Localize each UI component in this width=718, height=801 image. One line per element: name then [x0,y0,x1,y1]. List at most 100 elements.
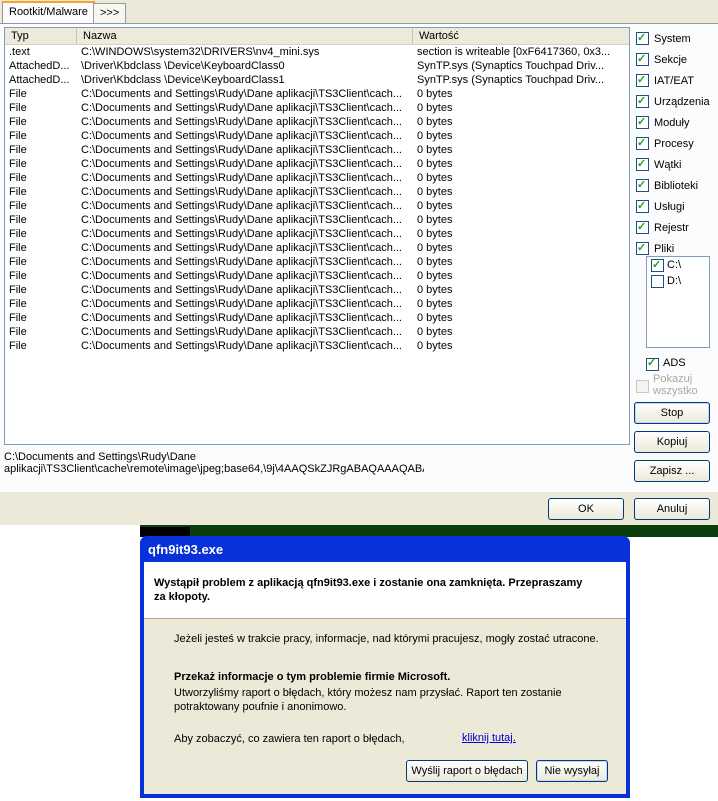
ads-check-icon[interactable] [646,356,659,371]
cell-typ: File [9,144,27,156]
checkbox-icon[interactable] [636,156,649,172]
stop-button[interactable]: Stop [634,402,710,424]
table-row[interactable]: File C:\Documents and Settings\Rudy\Dane … [5,255,629,269]
option-label: IAT/EAT [654,75,694,87]
checkbox-icon[interactable] [636,219,649,235]
see-report-link[interactable]: kliknij tutaj. [462,732,516,744]
cell-typ: File [9,256,27,268]
table-row[interactable]: AttachedD... \Driver\Kbdclass \Device\Key… [5,59,629,73]
option-checkbox[interactable]: Usługi [636,198,716,219]
table-row[interactable]: File C:\Documents and Settings\Rudy\Dane … [5,311,629,325]
option-checkbox[interactable]: Sekcje [636,51,716,72]
column-wartosc[interactable]: Wartość [413,28,629,44]
cell-wartosc: 0 bytes [417,284,453,296]
show-all-checkbox[interactable]: Pokazuj wszystko [636,372,716,400]
show-all-label: Pokazuj wszystko [653,373,698,397]
cell-typ: File [9,130,27,142]
table-row[interactable]: File C:\Documents and Settings\Rudy\Dane … [5,269,629,283]
cell-nazwa: C:\Documents and Settings\Rudy\Dane apli… [81,256,402,268]
show-all-check-icon[interactable] [636,380,649,393]
table-row[interactable]: File C:\Documents and Settings\Rudy\Dane … [5,129,629,143]
checkbox-icon[interactable] [636,30,649,46]
checkbox-icon[interactable] [651,275,664,288]
cell-nazwa: C:\Documents and Settings\Rudy\Dane apli… [81,158,402,170]
cell-wartosc: SynTP.sys (Synaptics Touchpad Driv... [417,60,605,72]
table-row[interactable]: File C:\Documents and Settings\Rudy\Dane … [5,171,629,185]
table-row[interactable]: AttachedD... \Driver\Kbdclass \Device\Key… [5,73,629,87]
option-checkbox[interactable]: Procesy [636,135,716,156]
table-row[interactable]: File C:\Documents and Settings\Rudy\Dane … [5,199,629,213]
cell-wartosc: 0 bytes [417,158,453,170]
cell-nazwa: C:\Documents and Settings\Rudy\Dane apli… [81,326,402,338]
cell-wartosc: 0 bytes [417,88,453,100]
table-row[interactable]: File C:\Documents and Settings\Rudy\Dane … [5,185,629,199]
option-checkbox[interactable]: Wątki [636,156,716,177]
cell-wartosc: 0 bytes [417,340,453,352]
option-label: Urządzenia [654,96,710,108]
drive-item[interactable]: C:\ [647,257,709,273]
dont-send-button[interactable]: Nie wysyłaj [536,760,608,782]
cell-nazwa: C:\Documents and Settings\Rudy\Dane apli… [81,88,402,100]
selected-path-line2: aplikacji\TS3Client\cache\remote\image\j… [4,463,424,475]
cell-wartosc: 0 bytes [417,144,453,156]
cell-typ: AttachedD... [9,60,70,72]
drive-list[interactable]: C:\ D:\ [646,256,710,348]
copy-button[interactable]: Kopiuj [634,431,710,453]
cell-wartosc: 0 bytes [417,228,453,240]
option-checkbox[interactable]: System [636,30,716,51]
table-row[interactable]: File C:\Documents and Settings\Rudy\Dane … [5,101,629,115]
option-label: Moduły [654,117,690,129]
cell-typ: File [9,312,27,324]
checkbox-icon[interactable] [636,135,649,151]
option-checkbox[interactable]: Urządzenia [636,93,716,114]
option-checkbox[interactable]: Moduły [636,114,716,135]
table-row[interactable]: File C:\Documents and Settings\Rudy\Dane … [5,227,629,241]
table-row[interactable]: File C:\Documents and Settings\Rudy\Dane … [5,339,629,353]
checkbox-icon[interactable] [636,198,649,214]
option-checkbox[interactable]: Rejestr [636,219,716,240]
save-button[interactable]: Zapisz ... [634,460,710,482]
selected-path: C:\Documents and Settings\Rudy\Dane apli… [4,451,424,483]
checkbox-icon[interactable] [636,72,649,88]
option-checkbox[interactable]: IAT/EAT [636,72,716,93]
cell-nazwa: C:\Documents and Settings\Rudy\Dane apli… [81,270,402,282]
table-row[interactable]: File C:\Documents and Settings\Rudy\Dane … [5,241,629,255]
cell-nazwa: C:\Documents and Settings\Rudy\Dane apli… [81,130,402,142]
cell-typ: File [9,326,27,338]
column-typ[interactable]: Typ [5,28,77,44]
cell-nazwa: C:\Documents and Settings\Rudy\Dane apli… [81,102,402,114]
cancel-button[interactable]: Anuluj [634,498,710,520]
table-row[interactable]: File C:\Documents and Settings\Rudy\Dane … [5,213,629,227]
table-row[interactable]: File C:\Documents and Settings\Rudy\Dane … [5,325,629,339]
checkbox-icon[interactable] [636,114,649,130]
drive-item[interactable]: D:\ [647,273,709,289]
checkbox-icon[interactable] [651,257,664,273]
tab-more[interactable]: >>> [93,3,127,23]
table-row[interactable]: File C:\Documents and Settings\Rudy\Dane … [5,115,629,129]
error-dialog: qfn9it93.exe Wystąpił problem z aplikacj… [140,536,630,798]
tab-rootkit-malware[interactable]: Rootkit/Malware [2,1,95,24]
checkbox-icon[interactable] [636,177,649,193]
table-row[interactable]: File C:\Documents and Settings\Rudy\Dane … [5,283,629,297]
table-row[interactable]: File C:\Documents and Settings\Rudy\Dane … [5,87,629,101]
send-report-button[interactable]: Wyślij raport o błędach [406,760,528,782]
cell-wartosc: 0 bytes [417,172,453,184]
table-row[interactable]: File C:\Documents and Settings\Rudy\Dane … [5,157,629,171]
see-report-text: Aby zobaczyć, co zawiera ten raport o bł… [174,733,405,745]
scanner-window: Rootkit/Malware >>> Typ Nazwa Wartość .t… [0,0,718,525]
table-row[interactable]: File C:\Documents and Settings\Rudy\Dane … [5,143,629,157]
column-nazwa[interactable]: Nazwa [77,28,413,44]
table-row[interactable]: .text C:\WINDOWS\system32\DRIVERS\nv4_min… [5,45,629,59]
checkbox-icon[interactable] [636,51,649,67]
table-row[interactable]: File C:\Documents and Settings\Rudy\Dane … [5,297,629,311]
ok-button[interactable]: OK [548,498,624,520]
cell-wartosc: 0 bytes [417,200,453,212]
checkbox-icon[interactable] [636,93,649,109]
dialog-button-bar: OK Anuluj [0,492,718,525]
option-checkbox[interactable]: Biblioteki [636,177,716,198]
cell-typ: File [9,88,27,100]
error-header: Wystąpił problem z aplikacją qfn9it93.ex… [144,562,626,619]
checkbox-icon[interactable] [636,240,649,256]
cell-nazwa: \Driver\Kbdclass \Device\KeyboardClass1 [81,74,285,86]
results-list[interactable]: Typ Nazwa Wartość .text C:\WINDOWS\system… [4,27,630,445]
